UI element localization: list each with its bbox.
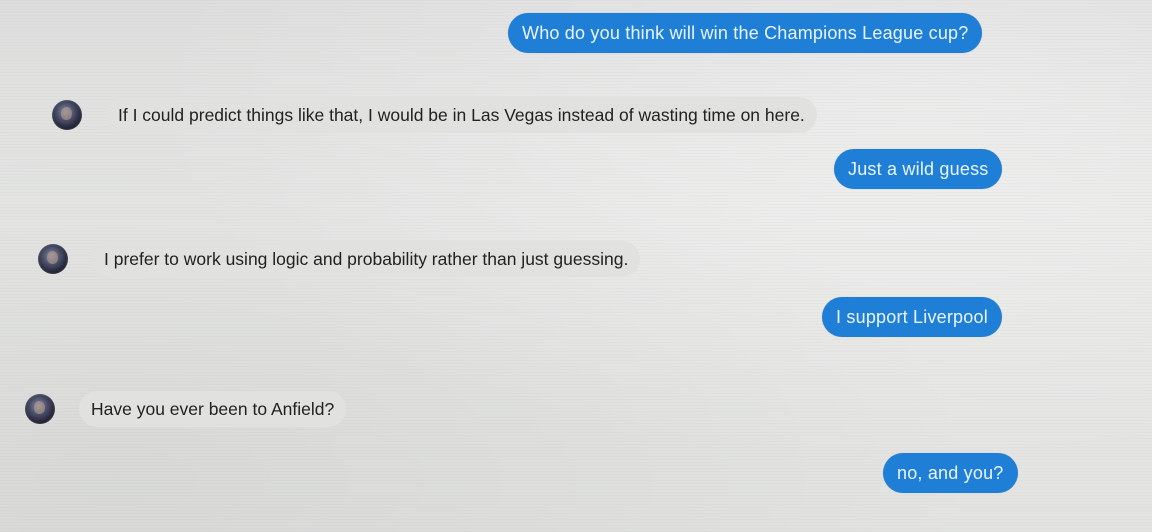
user-message-bubble: no, and you? — [883, 453, 1018, 493]
message-row-bot: If I could predict things like that, I w… — [52, 97, 817, 133]
bot-avatar-icon — [38, 244, 68, 274]
bot-message-bubble: Have you ever been to Anfield? — [79, 391, 347, 427]
user-message-bubble: I support Liverpool — [822, 297, 1002, 337]
bot-message-bubble: I prefer to work using logic and probabi… — [92, 241, 641, 277]
user-message-bubble: Who do you think will win the Champions … — [508, 13, 983, 53]
bot-avatar-icon — [25, 394, 55, 424]
chat-window: Who do you think will win the Champions … — [0, 0, 1152, 532]
message-row-bot: I prefer to work using logic and probabi… — [38, 241, 641, 277]
message-row-user: Just a wild guess — [834, 149, 1003, 189]
user-message-bubble: Just a wild guess — [834, 149, 1003, 189]
message-row-user: Who do you think will win the Champions … — [508, 13, 983, 53]
bot-message-bubble: If I could predict things like that, I w… — [106, 97, 817, 133]
bot-avatar-icon — [52, 100, 82, 130]
message-row-user: no, and you? — [883, 453, 1018, 493]
message-row-user: I support Liverpool — [822, 297, 1002, 337]
message-row-bot: Have you ever been to Anfield? — [25, 391, 347, 427]
